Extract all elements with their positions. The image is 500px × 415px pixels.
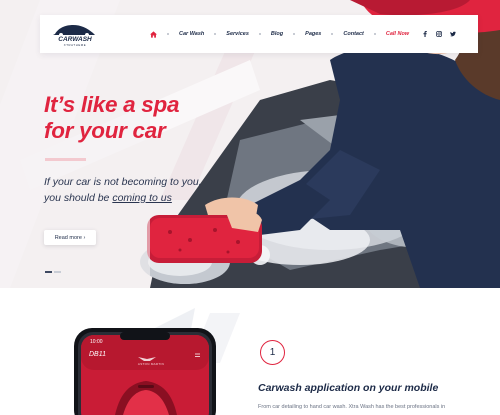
hero-subtitle-line: If your car is not becoming to you, <box>44 176 202 188</box>
phone-status-time: 10:00 <box>90 339 103 345</box>
nav-item-car-wash[interactable]: Car Wash <box>179 31 204 37</box>
slider-dot-2[interactable] <box>54 271 61 273</box>
hero-divider <box>45 158 86 161</box>
phone-car-model: DB11 <box>89 351 106 358</box>
nav-separator <box>167 33 169 35</box>
hero-title-line: for your car <box>44 118 166 143</box>
nav-separator <box>258 33 261 35</box>
phone-illustration <box>74 308 240 415</box>
slider-pagination <box>45 271 61 273</box>
nav-item-blog[interactable]: Blog <box>271 31 283 37</box>
twitter-icon[interactable] <box>450 31 456 37</box>
nav-separator <box>293 33 296 35</box>
logo[interactable]: CARWASH XTRATHEME <box>49 21 101 48</box>
slider-dot-1[interactable] <box>45 271 52 273</box>
hero-title: It’s like a spa for your car <box>44 92 244 144</box>
social-links <box>422 15 456 53</box>
logo-subtitle: XTRATHEME <box>64 43 86 47</box>
home-icon[interactable] <box>150 30 157 38</box>
instagram-icon[interactable] <box>436 31 442 37</box>
hero-title-line: It’s like a spa <box>44 92 180 117</box>
phone-car-brand: ASTON MARTIN <box>137 362 165 366</box>
step-number-badge: 1 <box>260 340 285 365</box>
hero-subtitle: If your car is not becoming to you, you … <box>44 174 234 206</box>
nav-item-pages[interactable]: Pages <box>305 31 321 37</box>
nav-separator <box>214 33 217 35</box>
logo-wordmark: CARWASH <box>58 36 92 43</box>
nav-item-services[interactable]: Services <box>226 31 249 37</box>
nav-separator <box>373 33 376 35</box>
nav-separator <box>331 33 334 35</box>
navbar: CARWASH XTRATHEME Car Wash Services Blog… <box>40 15 478 53</box>
hero-section: CARWASH XTRATHEME Car Wash Services Blog… <box>0 0 500 288</box>
hero-subtitle-line: you should be coming to us <box>44 190 234 206</box>
nav-item-contact[interactable]: Contact <box>343 31 363 37</box>
main-nav: Car Wash Services Blog Pages Contact Cal… <box>150 15 409 53</box>
app-feature-section: 10:00 DB11 ASTON MARTIN <box>0 288 500 415</box>
read-more-button[interactable]: Read more › <box>44 230 96 245</box>
feature-description: From car detailing to hand car wash. Xtr… <box>258 404 446 410</box>
facebook-icon[interactable] <box>422 31 428 37</box>
call-now-link[interactable]: Call Now <box>386 31 409 37</box>
feature-title: Carwash application on your mobile <box>258 382 439 394</box>
coming-to-us-link[interactable]: coming to us <box>112 192 172 204</box>
hero-subtitle-prefix: you should be <box>44 192 113 204</box>
